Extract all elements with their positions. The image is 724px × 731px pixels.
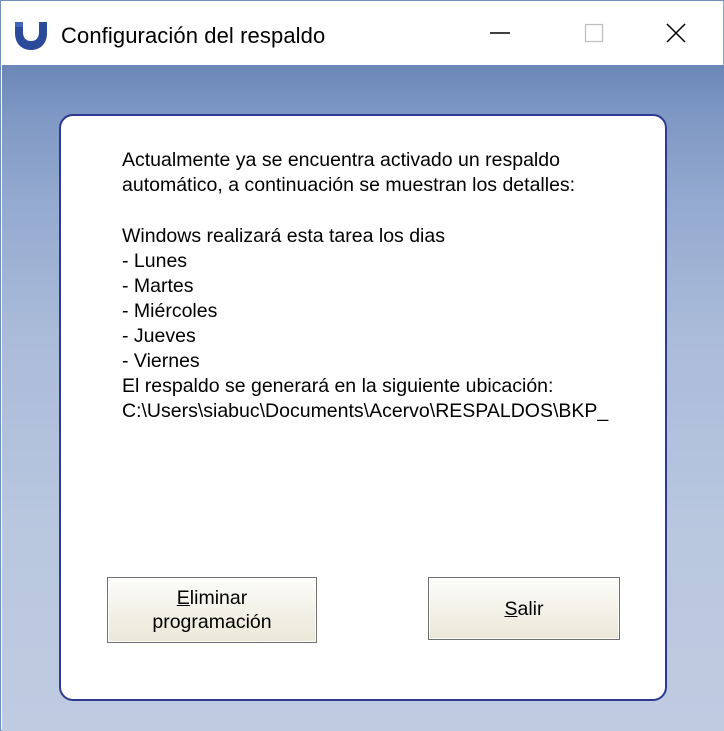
day-item-tuesday: - Martes [122,275,194,297]
maximize-icon [584,23,604,43]
close-button[interactable] [629,1,723,65]
exit-button[interactable]: Salir [428,577,620,640]
day-item-friday: - Viernes [122,350,200,372]
intro-line-2: automático, a continuación se muestran l… [122,174,576,196]
exit-mnemonic: S [504,597,518,620]
delete-mnemonic: E [176,587,190,609]
location-label: El respaldo se generará en la siguiente … [122,375,554,397]
title-bar[interactable]: Configuración del respaldo [1,1,723,65]
exit-label: Salir [504,597,543,621]
day-item-thursday: - Jueves [122,325,196,347]
intro-line-1: Actualmente ya se encuentra activado un … [122,149,560,171]
maximize-button[interactable] [547,1,641,65]
delete-label-line2: programación [152,611,272,633]
day-item-monday: - Lunes [122,250,188,272]
delete-schedule-button[interactable]: Eliminar programación [107,577,317,643]
app-logo-icon [14,21,48,51]
delete-label-rest: liminar [189,587,248,609]
minimize-icon [490,32,510,34]
schedule-heading: Windows realizará esta tarea los dias [122,225,445,247]
location-path: C:\Users\siabuc\Documents\Acervo\RESPALD… [122,400,609,422]
delete-schedule-label: Eliminar programación [152,586,271,634]
window-title: Configuración del respaldo [61,23,326,48]
minimize-button[interactable] [453,1,547,65]
close-icon [666,23,686,43]
backup-config-window: Configuración del respaldo Actualmente y… [0,0,724,731]
exit-label-rest: alir [517,597,544,620]
day-item-wednesday: - Miércoles [122,300,218,322]
